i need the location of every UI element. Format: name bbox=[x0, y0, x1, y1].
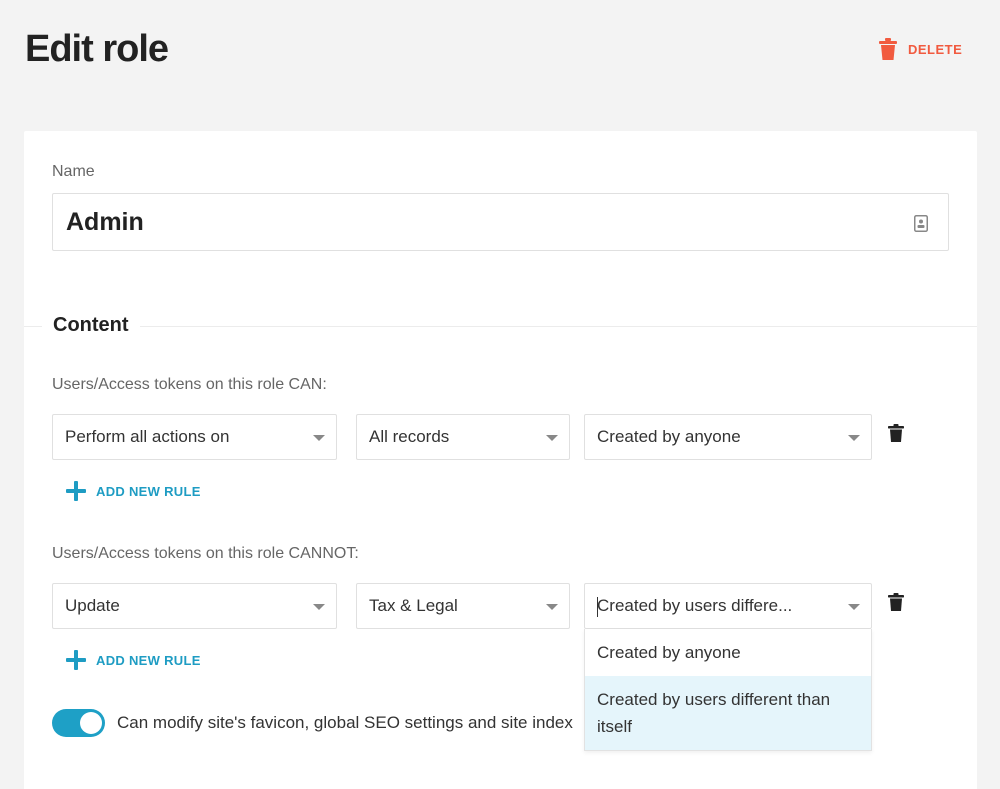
name-value: Admin bbox=[66, 208, 144, 236]
cannot-model-value: Tax & Legal bbox=[369, 596, 458, 615]
section-title-content: Content bbox=[42, 314, 140, 337]
favicon-seo-toggle-label: Can modify site's favicon, global SEO se… bbox=[117, 713, 573, 732]
chevron-down-icon bbox=[848, 435, 860, 441]
plus-icon bbox=[66, 481, 86, 501]
chevron-down-icon bbox=[313, 435, 325, 441]
chevron-down-icon bbox=[848, 604, 860, 610]
can-scope-value: Created by anyone bbox=[597, 427, 741, 446]
role-form-card: Name Admin Content Users/Access tokens o… bbox=[24, 131, 977, 789]
page-title: Edit role bbox=[25, 28, 169, 70]
name-input[interactable]: Admin bbox=[52, 193, 949, 251]
section-divider bbox=[24, 326, 977, 327]
remove-cannot-rule-trash-icon[interactable] bbox=[888, 593, 904, 611]
add-can-rule-label: ADD NEW RULE bbox=[96, 483, 201, 499]
can-model-select[interactable]: All records bbox=[356, 414, 570, 460]
can-model-value: All records bbox=[369, 427, 450, 446]
cannot-rules-heading: Users/Access tokens on this role CANNOT: bbox=[52, 545, 359, 562]
can-action-value: Perform all actions on bbox=[65, 427, 230, 446]
cannot-scope-select[interactable]: Created by users differe... bbox=[584, 583, 872, 629]
add-cannot-rule-button[interactable]: ADD NEW RULE bbox=[66, 650, 201, 670]
cannot-action-value: Update bbox=[65, 596, 120, 615]
can-action-select[interactable]: Perform all actions on bbox=[52, 414, 337, 460]
delete-label: DELETE bbox=[908, 41, 963, 57]
chevron-down-icon bbox=[313, 604, 325, 610]
scope-option-anyone[interactable]: Created by anyone bbox=[585, 629, 871, 676]
scope-option-different-users[interactable]: Created by users different than itself bbox=[585, 676, 871, 750]
can-rules-heading: Users/Access tokens on this role CAN: bbox=[52, 376, 327, 393]
toggle-knob bbox=[80, 712, 102, 734]
add-can-rule-button[interactable]: ADD NEW RULE bbox=[66, 481, 201, 501]
contact-card-icon bbox=[914, 215, 928, 232]
chevron-down-icon bbox=[546, 604, 558, 610]
chevron-down-icon bbox=[546, 435, 558, 441]
add-cannot-rule-label: ADD NEW RULE bbox=[96, 652, 201, 668]
favicon-seo-toggle[interactable] bbox=[52, 709, 105, 737]
cannot-action-select[interactable]: Update bbox=[52, 583, 337, 629]
delete-button[interactable]: DELETE bbox=[878, 38, 962, 60]
plus-icon bbox=[66, 650, 86, 670]
name-label: Name bbox=[52, 163, 95, 180]
can-scope-select[interactable]: Created by anyone bbox=[584, 414, 872, 460]
remove-can-rule-trash-icon[interactable] bbox=[888, 424, 904, 442]
scope-dropdown-menu: Created by anyone Created by users diffe… bbox=[584, 629, 872, 751]
trash-icon bbox=[879, 38, 897, 60]
cannot-scope-value: Created by users differe... bbox=[597, 596, 793, 615]
cannot-model-select[interactable]: Tax & Legal bbox=[356, 583, 570, 629]
